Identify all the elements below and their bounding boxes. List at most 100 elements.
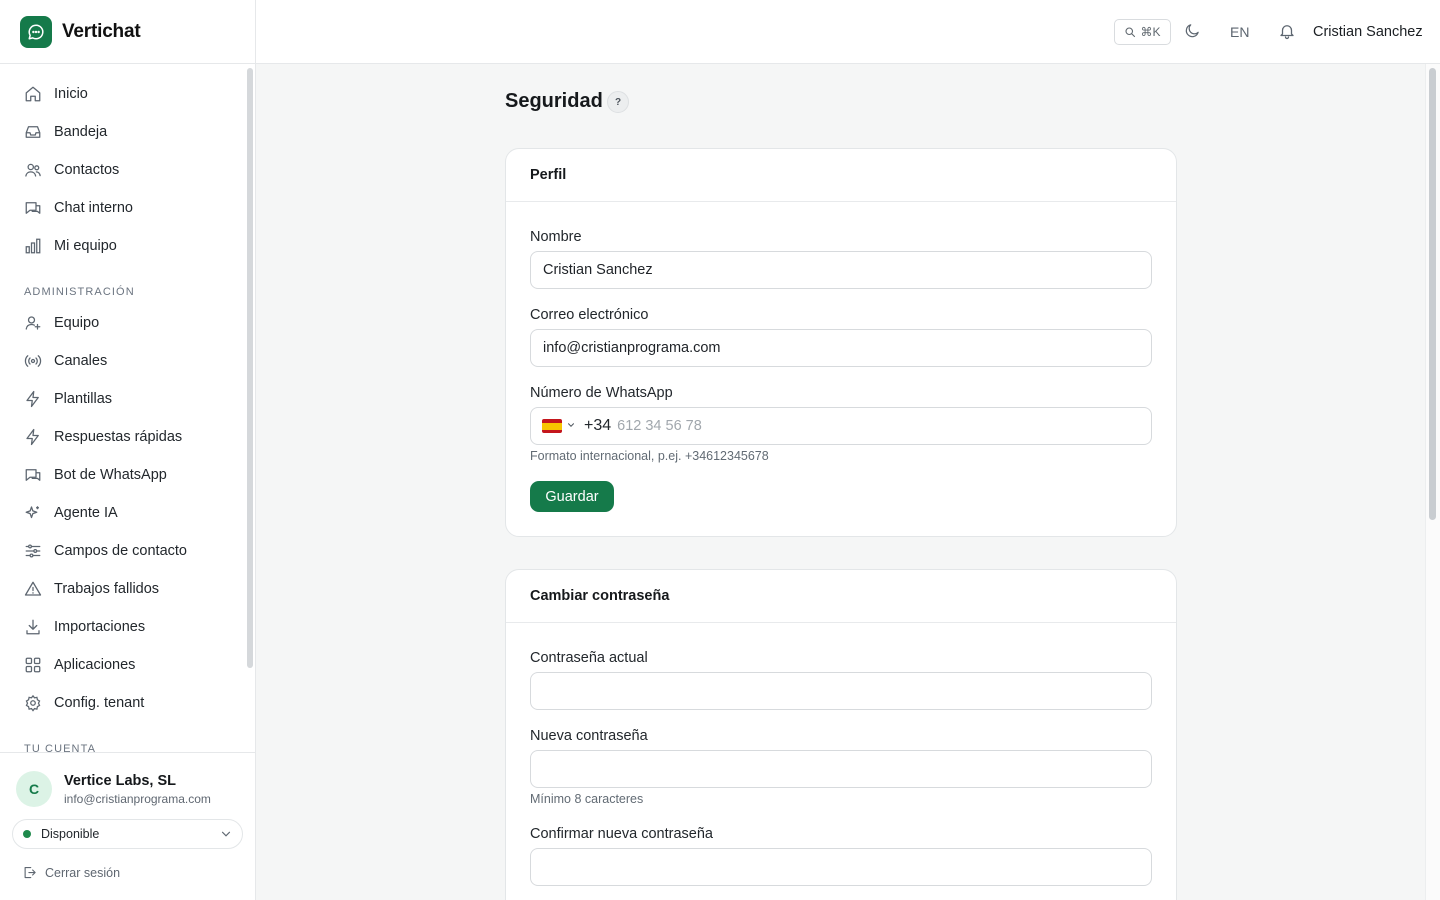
profile-card: Perfil Nombre Correo electrónico Número … bbox=[505, 148, 1177, 537]
user-menu[interactable]: Cristian Sanchez bbox=[1313, 24, 1423, 40]
section-account-heading: TU CUENTA bbox=[24, 743, 97, 752]
sidebar-item-label: Equipo bbox=[54, 315, 100, 331]
sidebar-item-inicio[interactable]: Inicio bbox=[12, 76, 234, 112]
email-label: Correo electrónico bbox=[530, 307, 649, 323]
bolt-icon bbox=[24, 390, 42, 408]
users-icon bbox=[24, 161, 42, 179]
new-password-hint: Mínimo 8 caracteres bbox=[530, 792, 644, 806]
status-select[interactable]: Disponible bbox=[12, 819, 243, 849]
new-password-field[interactable] bbox=[530, 750, 1152, 788]
chat-icon bbox=[24, 199, 42, 217]
grid-icon bbox=[24, 656, 42, 674]
current-password-field[interactable] bbox=[530, 672, 1152, 710]
spain-flag-icon[interactable] bbox=[542, 419, 562, 433]
sidebar-item-label: Mi equipo bbox=[54, 238, 117, 254]
bar-chart-icon bbox=[24, 237, 42, 255]
sidebar-item-label: Importaciones bbox=[54, 619, 146, 635]
sidebar-item-respuestas-rapidas[interactable]: Respuestas rápidas bbox=[12, 419, 234, 455]
sidebar-item-label: Campos de contacto bbox=[54, 543, 187, 559]
gear-icon bbox=[24, 694, 42, 712]
sidebar-item-label: Aplicaciones bbox=[54, 657, 136, 673]
sidebar-item-campos-contacto[interactable]: Campos de contacto bbox=[12, 533, 234, 569]
search-icon bbox=[1124, 26, 1136, 38]
sidebar-item-label: Canales bbox=[54, 353, 108, 369]
whatsapp-field: +34 bbox=[530, 407, 1152, 445]
current-password-label: Contraseña actual bbox=[530, 650, 648, 666]
sparkles-icon bbox=[24, 504, 42, 522]
whatsapp-input[interactable] bbox=[617, 418, 1118, 434]
bolt-icon bbox=[24, 428, 42, 446]
sidebar-item-plantillas[interactable]: Plantillas bbox=[12, 381, 234, 417]
search-button[interactable]: ⌘K bbox=[1114, 19, 1171, 45]
sidebar: Vertichat Inicio Bandeja Contactos Chat … bbox=[0, 0, 256, 900]
topbar: ⌘K EN Cristian Sanchez bbox=[256, 0, 1440, 64]
whatsapp-label: Número de WhatsApp bbox=[530, 385, 673, 401]
language-toggle[interactable]: EN bbox=[1230, 24, 1249, 40]
sidebar-item-config-tenant[interactable]: Config. tenant bbox=[12, 685, 234, 721]
sidebar-item-bot-whatsapp[interactable]: Bot de WhatsApp bbox=[12, 457, 234, 493]
status-dot bbox=[23, 830, 31, 838]
sidebar-item-label: Bandeja bbox=[54, 124, 108, 140]
sidebar-item-equipo[interactable]: Equipo bbox=[12, 305, 234, 341]
chat-logo-icon bbox=[20, 15, 52, 48]
sidebar-item-label: Agente IA bbox=[54, 505, 118, 521]
sidebar-item-canales[interactable]: Canales bbox=[12, 343, 234, 379]
sidebar-item-mi-equipo[interactable]: Mi equipo bbox=[12, 228, 234, 264]
chevron-down-icon bbox=[219, 827, 233, 846]
scrollbar-thumb[interactable] bbox=[1429, 68, 1436, 520]
page-title: Seguridad bbox=[505, 90, 603, 112]
card-title: Perfil bbox=[506, 149, 1176, 202]
sidebar-item-aplicaciones[interactable]: Aplicaciones bbox=[12, 647, 234, 683]
confirm-password-label: Confirmar nueva contraseña bbox=[530, 826, 713, 842]
logout-icon bbox=[22, 865, 37, 880]
user-plus-icon bbox=[24, 314, 42, 332]
logout-button[interactable]: Cerrar sesión bbox=[22, 865, 120, 880]
inbox-icon bbox=[24, 123, 42, 141]
sidebar-item-label: Plantillas bbox=[54, 391, 113, 407]
app-name: Vertichat bbox=[62, 20, 141, 42]
sidebar-item-bandeja[interactable]: Bandeja bbox=[12, 114, 234, 150]
dial-code: +34 bbox=[584, 417, 612, 434]
account-panel: C Vertice Labs, SL info@cristianprograma… bbox=[0, 752, 255, 900]
home-icon bbox=[24, 85, 42, 103]
logout-label: Cerrar sesión bbox=[45, 865, 121, 880]
sidebar-item-label: Trabajos fallidos bbox=[54, 581, 160, 597]
sidebar-item-label: Chat interno bbox=[54, 200, 133, 216]
confirm-password-field[interactable] bbox=[530, 848, 1152, 886]
brand[interactable]: Vertichat bbox=[0, 0, 255, 64]
sidebar-item-contactos[interactable]: Contactos bbox=[12, 152, 234, 188]
account-email: info@cristianprograma.com bbox=[64, 792, 211, 806]
card-title: Cambiar contraseña bbox=[506, 570, 1176, 623]
sidebar-item-label: Inicio bbox=[54, 86, 88, 102]
broadcast-icon bbox=[24, 352, 42, 370]
password-card: Cambiar contraseña Contraseña actual Nue… bbox=[505, 569, 1177, 900]
chevron-down-icon[interactable] bbox=[566, 417, 576, 435]
section-admin-heading: ADMINISTRACIÓN bbox=[24, 286, 135, 298]
whatsapp-hint: Formato internacional, p.ej. +3461234567… bbox=[530, 449, 769, 463]
sidebar-item-label: Contactos bbox=[54, 162, 120, 178]
main-scrollbar[interactable] bbox=[1425, 64, 1440, 900]
status-label: Disponible bbox=[41, 827, 100, 841]
sidebar-item-label: Config. tenant bbox=[54, 695, 145, 711]
chat-icon bbox=[24, 466, 42, 484]
sidebar-item-agente-ia[interactable]: Agente IA bbox=[12, 495, 234, 531]
sliders-icon bbox=[24, 542, 42, 560]
sidebar-item-chat-interno[interactable]: Chat interno bbox=[12, 190, 234, 226]
sidebar-scrollbar[interactable] bbox=[247, 68, 253, 668]
new-password-label: Nueva contraseña bbox=[530, 728, 648, 744]
bell-icon[interactable] bbox=[1278, 22, 1296, 45]
name-input[interactable] bbox=[530, 251, 1152, 289]
name-label: Nombre bbox=[530, 229, 582, 245]
search-shortcut: ⌘K bbox=[1140, 25, 1161, 39]
sidebar-item-importaciones[interactable]: Importaciones bbox=[12, 609, 234, 645]
download-icon bbox=[24, 618, 42, 636]
sidebar-item-label: Respuestas rápidas bbox=[54, 429, 183, 445]
sidebar-item-label: Bot de WhatsApp bbox=[54, 467, 167, 483]
help-icon[interactable]: ? bbox=[607, 91, 629, 113]
email-field[interactable] bbox=[530, 329, 1152, 367]
avatar[interactable]: C bbox=[16, 771, 52, 807]
moon-icon[interactable] bbox=[1184, 22, 1201, 44]
sidebar-item-trabajos-fallidos[interactable]: Trabajos fallidos bbox=[12, 571, 234, 607]
save-button[interactable]: Guardar bbox=[530, 481, 614, 512]
warning-icon bbox=[24, 580, 42, 598]
